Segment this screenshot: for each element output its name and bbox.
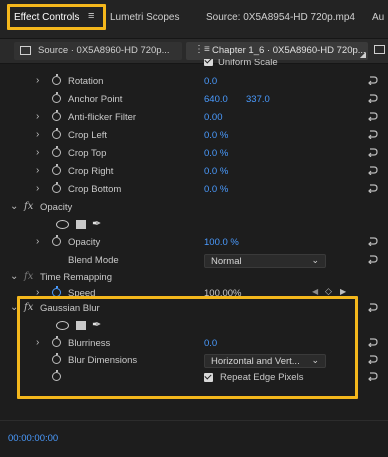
stopwatch-icon[interactable] — [52, 92, 61, 103]
gaussian-blur-highlight — [17, 296, 358, 399]
timeline-view-icon[interactable] — [374, 45, 385, 54]
anchor-point-x-value[interactable]: 640.0 — [204, 94, 228, 105]
reset-icon[interactable] — [368, 94, 378, 103]
previous-keyframe-icon[interactable]: ◀ — [312, 287, 318, 296]
reset-icon[interactable] — [368, 255, 378, 264]
chevron-down-icon[interactable]: ⌄ — [10, 201, 18, 212]
rectangle-mask-icon[interactable] — [76, 220, 86, 229]
opacity-row: › Opacity 100.0 % — [0, 234, 388, 251]
rotation-value[interactable]: 0.0 — [204, 76, 217, 87]
current-timecode[interactable]: 00:00:00:00 — [8, 433, 58, 444]
source-clip-icon — [20, 46, 31, 55]
stopwatch-icon[interactable] — [52, 74, 61, 85]
sequence-icon: ⋮≡ — [194, 44, 210, 55]
crop-top-row: › Crop Top 0.0 % — [0, 145, 388, 162]
crop-bottom-value[interactable]: 0.0 % — [204, 184, 228, 195]
reset-icon[interactable] — [368, 130, 378, 139]
chevron-right-icon[interactable]: › — [36, 129, 39, 140]
sequence-clip-selector[interactable]: ⋮≡ Chapter 1_6 · 0X5A8960-HD 720p... ◢ — [186, 42, 368, 60]
tab-source[interactable]: Source: 0X5A8954-HD 720p.mp4 — [206, 12, 355, 23]
uniform-scale-checkbox[interactable] — [204, 59, 213, 66]
time-remapping-section-header[interactable]: ⌄ fx Time Remapping — [0, 269, 388, 286]
reset-icon[interactable] — [368, 303, 378, 312]
stopwatch-icon[interactable] — [52, 164, 61, 175]
chevron-right-icon[interactable]: › — [36, 165, 39, 176]
stopwatch-icon[interactable] — [52, 128, 61, 139]
chevron-right-icon[interactable]: › — [36, 75, 39, 86]
crop-left-row: › Crop Left 0.0 % — [0, 127, 388, 144]
reset-icon[interactable] — [368, 166, 378, 175]
chevron-right-icon[interactable]: › — [36, 183, 39, 194]
reset-icon[interactable] — [368, 237, 378, 246]
fx-icon: fx — [24, 271, 34, 282]
tab-audio[interactable]: Au — [372, 12, 384, 23]
crop-right-label: Crop Right — [68, 166, 114, 177]
next-keyframe-icon[interactable]: ▶ — [340, 287, 346, 296]
reset-icon[interactable] — [368, 184, 378, 193]
chevron-down-icon[interactable]: ⌄ — [10, 271, 18, 282]
stopwatch-icon[interactable] — [52, 235, 61, 246]
stopwatch-icon[interactable] — [52, 146, 61, 157]
crop-left-label: Crop Left — [68, 130, 108, 141]
chevron-down-icon: ⌄ — [311, 255, 319, 265]
chevron-right-icon[interactable]: › — [36, 236, 39, 247]
anchor-point-row: Anchor Point 640.0 337.0 — [0, 91, 388, 108]
opacity-section-label: Opacity — [40, 202, 73, 213]
blend-mode-value: Normal — [211, 256, 242, 267]
rotation-row: › Rotation 0.0 — [0, 73, 388, 90]
reset-icon[interactable] — [368, 112, 378, 121]
anchor-point-y-value[interactable]: 337.0 — [246, 94, 270, 105]
uniform-scale-row: Uniform Scale — [0, 59, 388, 71]
source-clip-label: Source · 0X5A8960-HD 720p... — [38, 45, 170, 56]
anti-flicker-label: Anti-flicker Filter — [68, 112, 137, 123]
time-remapping-label: Time Remapping — [40, 272, 112, 283]
anti-flicker-value[interactable]: 0.00 — [204, 112, 223, 123]
uniform-scale-label: Uniform Scale — [218, 59, 278, 68]
opacity-label: Opacity — [68, 237, 101, 248]
blend-mode-row: Blend Mode Normal ⌄ — [0, 252, 388, 269]
crop-bottom-row: › Crop Bottom 0.0 % — [0, 181, 388, 198]
fx-icon[interactable]: fx — [24, 201, 33, 212]
source-clip-selector[interactable]: Source · 0X5A8960-HD 720p... — [14, 42, 182, 60]
crop-left-value[interactable]: 0.0 % — [204, 130, 228, 141]
stopwatch-icon[interactable] — [52, 182, 61, 193]
reset-icon[interactable] — [368, 355, 378, 364]
crop-top-label: Crop Top — [68, 148, 107, 159]
anti-flicker-row: › Anti-flicker Filter 0.00 — [0, 109, 388, 126]
blend-mode-dropdown[interactable]: Normal ⌄ — [204, 254, 326, 268]
crop-bottom-label: Crop Bottom — [68, 184, 122, 195]
opacity-value[interactable]: 100.0 % — [204, 237, 239, 248]
reset-icon[interactable] — [368, 76, 378, 85]
crop-top-value[interactable]: 0.0 % — [204, 148, 228, 159]
reset-icon[interactable] — [368, 372, 378, 381]
tab-lumetri-scopes[interactable]: Lumetri Scopes — [110, 12, 179, 23]
rotation-label: Rotation — [68, 76, 104, 87]
divider — [0, 420, 388, 421]
chevron-right-icon[interactable]: › — [36, 111, 39, 122]
ellipse-mask-icon[interactable] — [56, 220, 69, 229]
reset-icon[interactable] — [368, 148, 378, 157]
opacity-mask-tools: ✒ — [0, 216, 388, 233]
reset-icon[interactable] — [368, 338, 378, 347]
pen-mask-icon[interactable]: ✒ — [92, 217, 101, 230]
crop-right-row: › Crop Right 0.0 % — [0, 163, 388, 180]
opacity-section-header[interactable]: ⌄ fx Opacity — [0, 199, 388, 216]
effect-controls-tab-highlight — [7, 4, 106, 30]
sequence-clip-label: Chapter 1_6 · 0X5A8960-HD 720p... — [212, 45, 366, 56]
anchor-point-label: Anchor Point — [68, 94, 123, 105]
chevron-right-icon[interactable]: › — [36, 147, 39, 158]
dropdown-corner-icon: ◢ — [359, 50, 366, 59]
blend-mode-label: Blend Mode — [68, 255, 119, 266]
crop-right-value[interactable]: 0.0 % — [204, 166, 228, 177]
stopwatch-icon[interactable] — [52, 110, 61, 121]
